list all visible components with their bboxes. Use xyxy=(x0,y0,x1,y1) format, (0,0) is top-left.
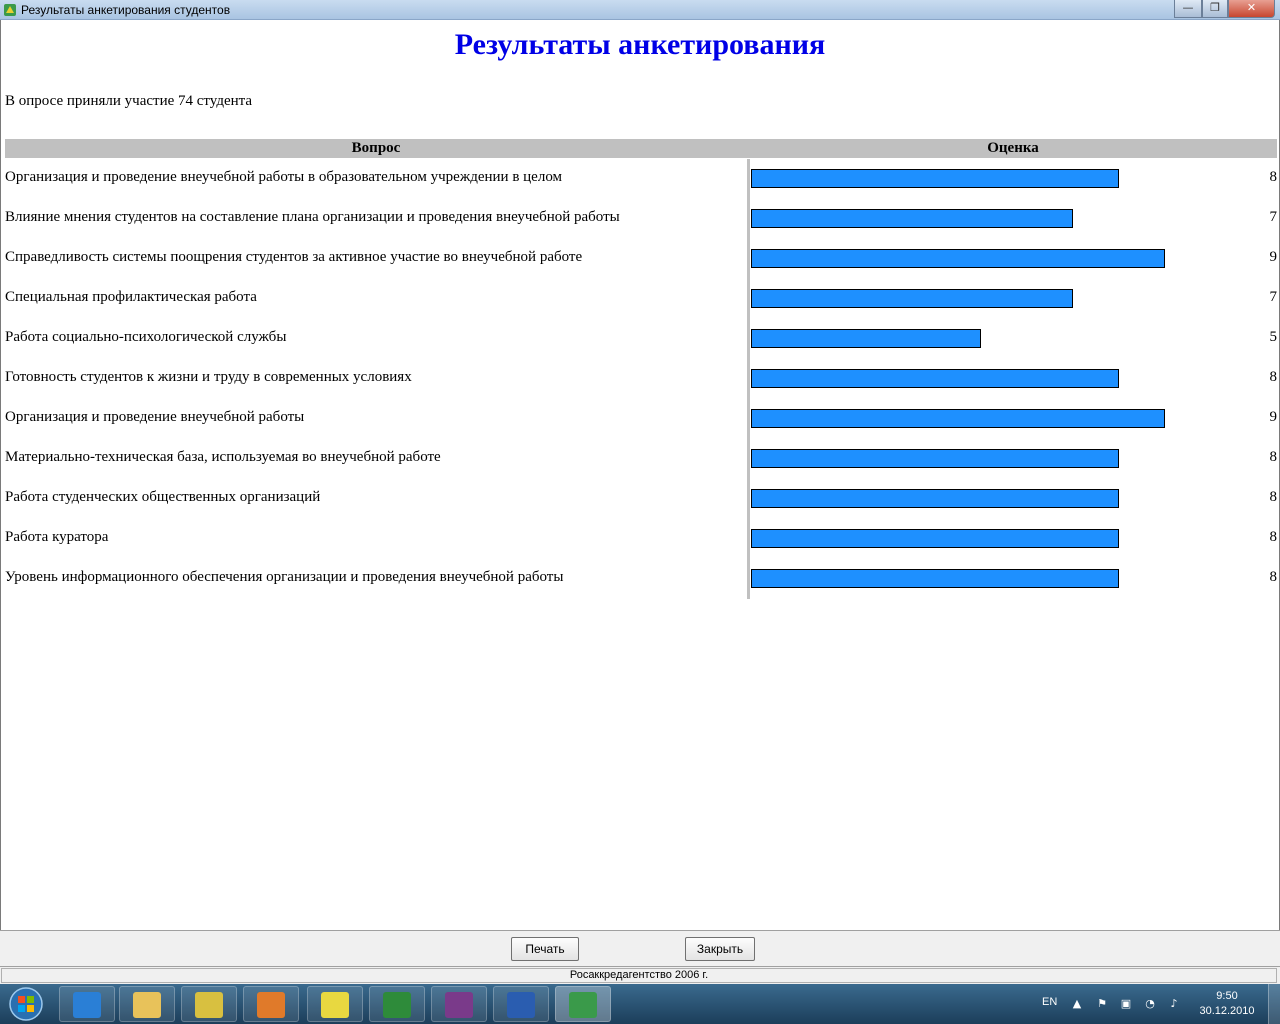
minimize-button[interactable]: — xyxy=(1174,0,1202,18)
taskbar-item[interactable] xyxy=(181,986,237,1022)
close-window-button[interactable]: ✕ xyxy=(1228,0,1275,18)
score-bar xyxy=(751,489,1119,508)
score-value: 8 xyxy=(1269,569,1278,585)
media-player-icon xyxy=(257,992,285,1018)
status-text: Росаккредагентство 2006 г. xyxy=(1,968,1277,983)
score-value: 7 xyxy=(1269,209,1278,225)
clock-date: 30.12.2010 xyxy=(1199,1005,1255,1017)
question-text: Организация и проведение внеучебной рабо… xyxy=(5,409,305,425)
table-header: Вопрос Оценка xyxy=(5,139,1277,158)
score-value: 5 xyxy=(1269,329,1278,345)
participants-text: В опросе приняли участие 74 студента xyxy=(5,93,253,109)
volume-icon[interactable]: ♪ xyxy=(1167,997,1181,1011)
taskbar-item[interactable] xyxy=(59,986,115,1022)
taskbar: EN ▲ ⚑ ▣ ◔ ♪ 9:50 30.12.2010 xyxy=(0,984,1280,1024)
score-bar xyxy=(751,369,1119,388)
table-row: Организация и проведение внеучебной рабо… xyxy=(5,160,1277,200)
score-value: 8 xyxy=(1269,369,1278,385)
table-row: Влияние мнения студентов на составление … xyxy=(5,200,1277,240)
taskbar-item[interactable] xyxy=(119,986,175,1022)
show-desktop-button[interactable] xyxy=(1268,984,1280,1024)
score-bar xyxy=(751,249,1165,268)
question-text: Влияние мнения студентов на составление … xyxy=(5,209,620,225)
score-value: 9 xyxy=(1269,409,1278,425)
question-text: Материально-техническая база, используем… xyxy=(5,449,441,465)
network-icon[interactable]: ▣ xyxy=(1119,997,1133,1011)
question-text: Уровень информационного обеспечения орга… xyxy=(5,569,564,585)
language-indicator[interactable]: EN xyxy=(1042,996,1057,1008)
score-value: 8 xyxy=(1269,169,1278,185)
show-hidden-icons-icon[interactable]: ▲ xyxy=(1070,997,1084,1011)
table-row: Организация и проведение внеучебной рабо… xyxy=(5,400,1277,440)
button-bar: Печать Закрыть xyxy=(0,930,1280,966)
score-bar xyxy=(751,529,1119,548)
taskbar-item[interactable] xyxy=(493,986,549,1022)
word-icon xyxy=(507,992,535,1018)
windows-start-icon[interactable] xyxy=(4,986,48,1022)
status-bar: Росаккредагентство 2006 г. xyxy=(0,966,1280,984)
taskbar-item[interactable] xyxy=(555,986,611,1022)
report-content: Результаты анкетирования В опросе принял… xyxy=(0,20,1280,930)
score-bar xyxy=(751,409,1165,428)
question-text: Работа студенческих общественных организ… xyxy=(5,489,321,505)
page-title: Результаты анкетирования xyxy=(454,28,826,61)
score-value: 8 xyxy=(1269,489,1278,505)
table-row: Работа социально-психологической службы 5 xyxy=(5,320,1277,360)
print-button[interactable]: Печать xyxy=(511,937,579,961)
column-header-question: Вопрос xyxy=(351,140,401,156)
score-bar xyxy=(751,289,1073,308)
score-bar xyxy=(751,329,981,348)
taskbar-item[interactable] xyxy=(431,986,487,1022)
maximize-button[interactable]: ❐ xyxy=(1202,0,1228,18)
organizer-app-icon xyxy=(195,992,223,1018)
question-text: Организация и проведение внеучебной рабо… xyxy=(5,169,563,185)
question-text: Работа куратора xyxy=(5,529,109,545)
score-bar xyxy=(751,449,1119,468)
internet-explorer-icon xyxy=(73,992,101,1018)
bat-antivirus-icon xyxy=(321,992,349,1018)
survey-app-icon xyxy=(569,992,597,1018)
table-row: Работа куратора 8 xyxy=(5,520,1277,560)
table-row: Готовность студентов к жизни и труду в с… xyxy=(5,360,1277,400)
action-center-icon[interactable]: ⚑ xyxy=(1095,997,1109,1011)
column-header-score: Оценка xyxy=(987,140,1039,156)
score-value: 9 xyxy=(1269,249,1278,265)
taskbar-item[interactable] xyxy=(243,986,299,1022)
clock[interactable]: 9:50 30.12.2010 xyxy=(1192,989,1262,1019)
score-value: 7 xyxy=(1269,289,1278,305)
question-text: Специальная профилактическая работа xyxy=(5,289,257,305)
file-explorer-icon xyxy=(133,992,161,1018)
app-icon xyxy=(4,4,16,16)
score-bar xyxy=(751,169,1119,188)
window-title: Результаты анкетирования студентов xyxy=(21,3,231,17)
table-row: Специальная профилактическая работа 7 xyxy=(5,280,1277,320)
score-bar xyxy=(751,209,1073,228)
table-row: Работа студенческих общественных организ… xyxy=(5,480,1277,520)
winrar-icon xyxy=(445,992,473,1018)
window-titlebar[interactable]: Результаты анкетирования студентов — ❐ ✕ xyxy=(0,0,1280,20)
score-bar xyxy=(751,569,1119,588)
excel-icon xyxy=(383,992,411,1018)
power-icon[interactable]: ◔ xyxy=(1143,997,1157,1011)
question-text: Готовность студентов к жизни и труду в с… xyxy=(5,369,412,385)
table-row: Справедливость системы поощрения студент… xyxy=(5,240,1277,280)
question-text: Справедливость системы поощрения студент… xyxy=(5,249,583,265)
taskbar-item[interactable] xyxy=(307,986,363,1022)
table-row: Уровень информационного обеспечения орга… xyxy=(5,560,1277,600)
question-text: Работа социально-психологической службы xyxy=(5,329,287,345)
clock-time: 9:50 xyxy=(1216,990,1238,1002)
table-row: Материально-техническая база, используем… xyxy=(5,440,1277,480)
score-value: 8 xyxy=(1269,449,1278,465)
close-button[interactable]: Закрыть xyxy=(685,937,755,961)
score-value: 8 xyxy=(1269,529,1278,545)
taskbar-item[interactable] xyxy=(369,986,425,1022)
